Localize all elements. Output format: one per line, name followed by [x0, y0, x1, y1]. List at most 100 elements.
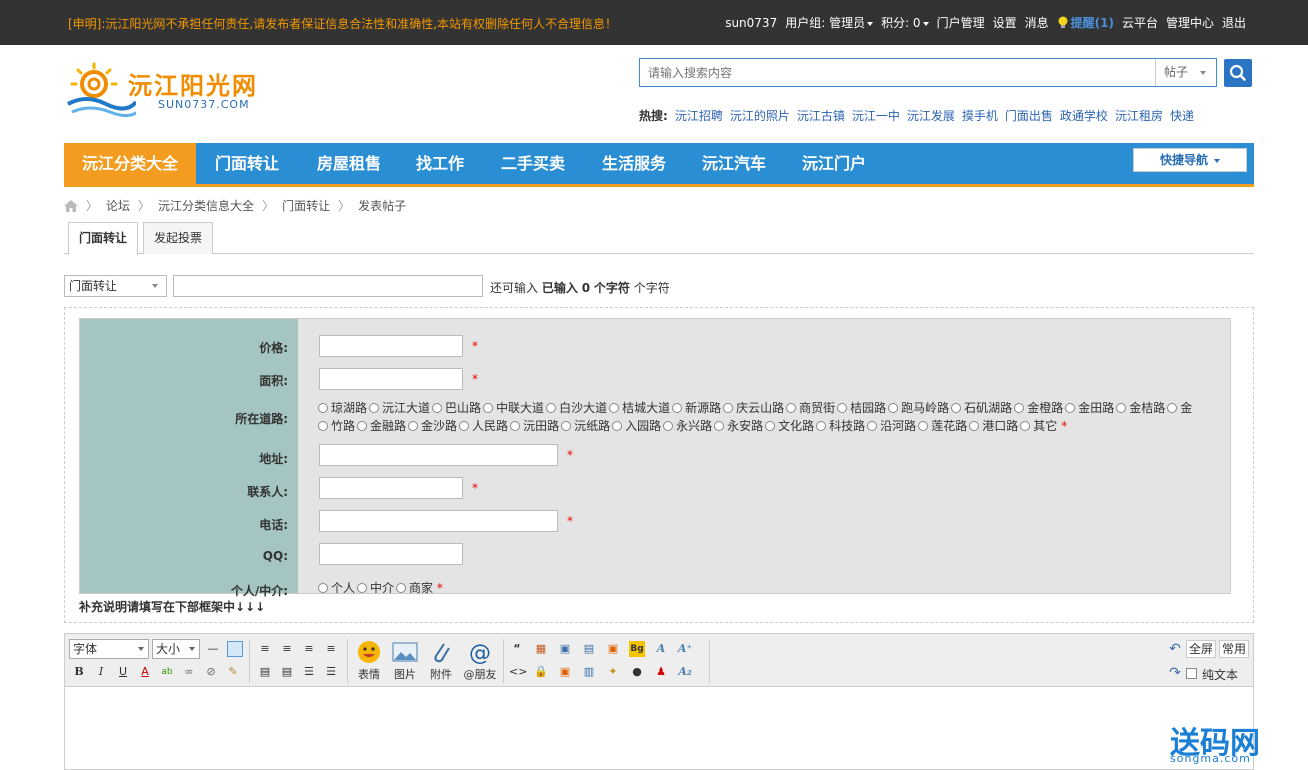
align-left-icon[interactable]: ≡ [257, 641, 273, 657]
road-option[interactable]: 文化路 [763, 419, 814, 433]
road-option[interactable]: 入园路 [610, 419, 661, 433]
radio-button[interactable] [1020, 421, 1031, 431]
quote-icon[interactable]: “ [509, 641, 525, 657]
home-icon[interactable] [64, 199, 78, 212]
road-option[interactable]: 沅田路 [508, 419, 559, 433]
nav-item-shop-transfer[interactable]: 门面转让 [196, 143, 298, 184]
code-icon[interactable]: <> [509, 664, 527, 680]
search-type-select[interactable]: 帖子 [1155, 59, 1216, 86]
hot-search-item[interactable]: 沅江租房 [1115, 107, 1163, 124]
road-option[interactable]: 金橙路 [1012, 401, 1063, 415]
area-input[interactable] [319, 368, 463, 390]
username-link[interactable]: sun0737 [725, 16, 777, 30]
hot-search-item[interactable]: 快递 [1170, 107, 1194, 124]
road-option[interactable]: 桔园路 [835, 401, 886, 415]
road-option[interactable]: 中联大道 [481, 401, 544, 415]
font-color-icon[interactable]: A [137, 664, 153, 680]
font-size-select[interactable]: 大小 [152, 639, 200, 659]
radio-button[interactable] [951, 403, 962, 413]
road-option[interactable]: 巴山路 [430, 401, 481, 415]
road-option[interactable]: 金沙路 [406, 419, 457, 433]
alert-link[interactable]: 提醒(1) [1057, 14, 1114, 31]
breadcrumb-item[interactable]: 门面转让 [282, 197, 330, 214]
bold-icon[interactable]: B [71, 664, 87, 680]
radio-button[interactable] [888, 403, 899, 413]
contact-input[interactable] [319, 477, 463, 499]
attachment-button[interactable]: 附件 [425, 640, 457, 682]
road-option[interactable]: 新源路 [670, 401, 721, 415]
nav-item-category[interactable]: 沅江分类大全 [64, 143, 196, 184]
lock-icon[interactable]: 🔒 [533, 664, 549, 680]
role-option[interactable]: 中介 [355, 581, 394, 595]
usergroup-menu[interactable]: 用户组: 管理员 [785, 14, 874, 31]
unlink-icon[interactable]: ⊘ [203, 664, 219, 680]
points-menu[interactable]: 积分: 0 [881, 14, 929, 31]
road-option[interactable]: 人民路 [457, 419, 508, 433]
hot-search-item[interactable]: 政通学校 [1060, 107, 1108, 124]
road-option[interactable]: 沅纸路 [559, 419, 610, 433]
nav-item-secondhand[interactable]: 二手买卖 [480, 143, 586, 184]
settings-link[interactable]: 设置 [993, 14, 1017, 31]
search-input[interactable] [640, 59, 1156, 86]
radio-button[interactable] [867, 421, 878, 431]
radio-button[interactable] [459, 421, 470, 431]
radio-button[interactable] [369, 403, 380, 413]
radio-button[interactable] [546, 403, 557, 413]
radio-button[interactable] [432, 403, 443, 413]
road-option[interactable]: 白沙大道 [544, 401, 607, 415]
float-right-icon[interactable]: ▤ [279, 664, 295, 680]
redo-icon[interactable]: ↷ [1167, 665, 1183, 681]
hot-search-item[interactable]: 沅江的照片 [730, 107, 790, 124]
tab-start-poll[interactable]: 发起投票 [143, 222, 214, 254]
quick-nav-button[interactable]: 快捷导航 [1133, 148, 1247, 172]
spellcheck-icon[interactable]: ab [159, 664, 175, 680]
messages-link[interactable]: 消息 [1025, 14, 1049, 31]
emoji-button[interactable]: 表情 [353, 640, 385, 682]
italic-icon[interactable]: I [93, 664, 109, 680]
road-option[interactable]: 沿河路 [865, 419, 916, 433]
radio-button[interactable] [483, 403, 494, 413]
underline-icon[interactable]: U [115, 664, 131, 680]
ordered-list-icon[interactable]: ☰ [301, 664, 317, 680]
road-option[interactable]: 科技路 [814, 419, 865, 433]
magic-icon[interactable]: ✦ [605, 664, 621, 680]
font-style-icon[interactable]: A [653, 641, 669, 657]
radio-button[interactable] [1065, 403, 1076, 413]
mention-button[interactable]: @ @朋友 [461, 640, 499, 682]
common-mode-button[interactable]: 常用 [1219, 640, 1250, 658]
radio-button[interactable] [357, 583, 368, 593]
radio-button[interactable] [714, 421, 725, 431]
radio-button[interactable] [318, 421, 328, 431]
radio-button[interactable] [1167, 403, 1178, 413]
nav-item-housing[interactable]: 房屋租售 [298, 143, 400, 184]
site-logo[interactable]: 沅江阳光网 SUN0737.COM [66, 62, 266, 122]
radio-button[interactable] [396, 583, 407, 593]
breadcrumb-item[interactable]: 论坛 [106, 197, 130, 214]
radio-button[interactable] [510, 421, 521, 431]
font-family-select[interactable]: 字体 [69, 639, 149, 659]
subscript-icon[interactable]: A₂ [677, 664, 693, 680]
horizontal-rule-icon[interactable]: — [205, 641, 221, 657]
tab-shop-transfer[interactable]: 门面转让 [68, 222, 139, 255]
post-type-select[interactable]: 门面转让 [64, 275, 167, 297]
road-option[interactable]: 永兴路 [661, 419, 712, 433]
road-option[interactable]: 跑马岭路 [886, 401, 949, 415]
road-option[interactable]: 石矶湖路 [949, 401, 1012, 415]
radio-button[interactable] [723, 403, 734, 413]
road-option[interactable]: 琼湖路 [316, 401, 367, 415]
road-option[interactable]: 竹路 [316, 419, 355, 433]
radio-button[interactable] [837, 403, 848, 413]
road-option[interactable]: 永安路 [712, 419, 763, 433]
audio-icon[interactable]: ● [629, 664, 645, 680]
nav-item-portal[interactable]: 沅江门户 [786, 143, 882, 184]
superscript-icon[interactable]: A⁺ [677, 641, 693, 657]
nav-item-life-services[interactable]: 生活服务 [586, 143, 682, 184]
qq-icon[interactable]: ♟ [653, 664, 669, 680]
post-title-input[interactable] [173, 275, 483, 297]
nav-item-jobs[interactable]: 找工作 [400, 143, 480, 184]
align-justify-icon[interactable]: ≡ [301, 641, 317, 657]
link-icon[interactable]: ∞ [181, 664, 197, 680]
radio-button[interactable] [1014, 403, 1025, 413]
radio-button[interactable] [786, 403, 797, 413]
page-break-icon[interactable]: ▣ [557, 641, 573, 657]
